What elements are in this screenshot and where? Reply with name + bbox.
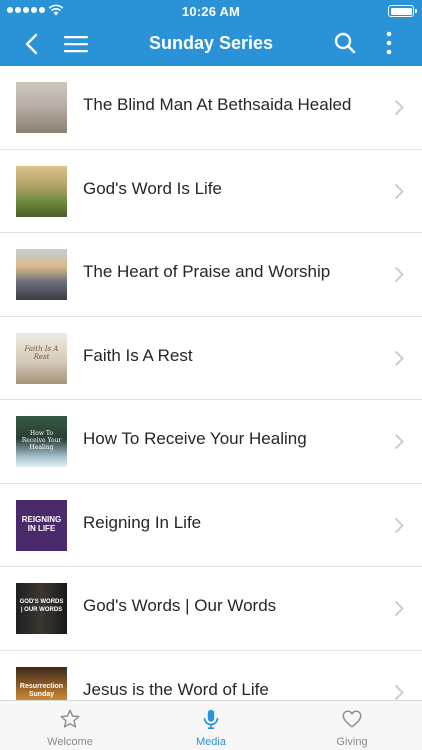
list-item[interactable]: How To Receive Your Healing How To Recei… [0, 400, 422, 484]
list-item[interactable]: Faith Is A Rest Faith Is A Rest [0, 317, 422, 400]
item-title: Jesus is the Word of Life [83, 679, 269, 699]
item-title: The Heart of Praise and Worship [83, 262, 331, 281]
list-item[interactable]: Resurrection Sunday Jesus is the Word of… [0, 651, 422, 700]
chevron-right-icon [394, 600, 404, 617]
chevron-right-icon [394, 266, 404, 283]
thumbnail-caption: Faith Is A Rest [24, 344, 59, 361]
item-title: God's Word Is Life [83, 178, 222, 198]
item-title: How To Receive Your Healing [83, 429, 307, 448]
item-title: Faith Is A Rest [83, 345, 193, 365]
tab-welcome[interactable]: Welcome [0, 701, 140, 750]
item-title: God's Words | Our Words [83, 596, 277, 615]
heart-icon [342, 710, 362, 728]
tab-media[interactable]: Media [141, 701, 281, 750]
tab-label: Welcome [47, 736, 93, 748]
chevron-right-icon [394, 99, 404, 116]
series-thumbnail: Resurrection Sunday [16, 666, 67, 700]
nav-bar: Sunday Series [0, 22, 422, 66]
sermon-list: The Blind Man At Bethsaida Healed God's … [0, 66, 422, 700]
series-thumbnail: GOD'S WORDS | OUR WORDS [16, 583, 67, 634]
status-time: 10:26 AM [181, 4, 241, 19]
tab-bar: Welcome Media Giving [0, 700, 422, 750]
series-thumbnail: How To Receive Your Healing [16, 416, 67, 467]
tab-label: Media [196, 736, 226, 748]
thumbnail-caption: REIGNING IN LIFE [21, 514, 62, 533]
star-icon [60, 709, 80, 728]
item-title: Reigning In Life [83, 512, 202, 532]
chevron-right-icon [394, 183, 404, 199]
chevron-right-icon [394, 433, 404, 450]
series-thumbnail [16, 82, 67, 133]
microphone-icon [203, 709, 219, 729]
list-item[interactable]: The Blind Man At Bethsaida Healed [0, 66, 422, 150]
list-item[interactable]: REIGNING IN LIFE Reigning In Life [0, 484, 422, 567]
series-thumbnail [16, 165, 67, 217]
thumbnail-caption: Resurrection Sunday [19, 682, 64, 698]
list-item[interactable]: God's Word Is Life [0, 150, 422, 233]
thumbnail-caption: How To Receive Your Healing [21, 430, 62, 451]
series-thumbnail [16, 249, 67, 300]
page-title: Sunday Series [148, 33, 274, 53]
item-title: The Blind Man At Bethsaida Healed [83, 95, 352, 114]
thumbnail-caption: GOD'S WORDS | OUR WORDS [19, 599, 64, 613]
more-options-icon[interactable] [382, 30, 396, 56]
search-icon[interactable] [334, 32, 356, 54]
battery-icon [388, 5, 417, 17]
tab-giving[interactable]: Giving [282, 701, 422, 750]
chevron-right-icon [394, 350, 404, 366]
series-thumbnail: Faith Is A Rest [16, 332, 67, 384]
series-thumbnail: REIGNING IN LIFE [16, 499, 67, 551]
list-item[interactable]: The Heart of Praise and Worship [0, 233, 422, 317]
list-item[interactable]: GOD'S WORDS | OUR WORDS God's Words | Ou… [0, 567, 422, 651]
chevron-right-icon [394, 517, 404, 533]
app-header: 10:26 AM Sunday Series [0, 0, 422, 66]
chevron-right-icon [394, 684, 404, 700]
status-bar: 10:26 AM [0, 0, 422, 22]
tab-label: Giving [336, 736, 368, 748]
